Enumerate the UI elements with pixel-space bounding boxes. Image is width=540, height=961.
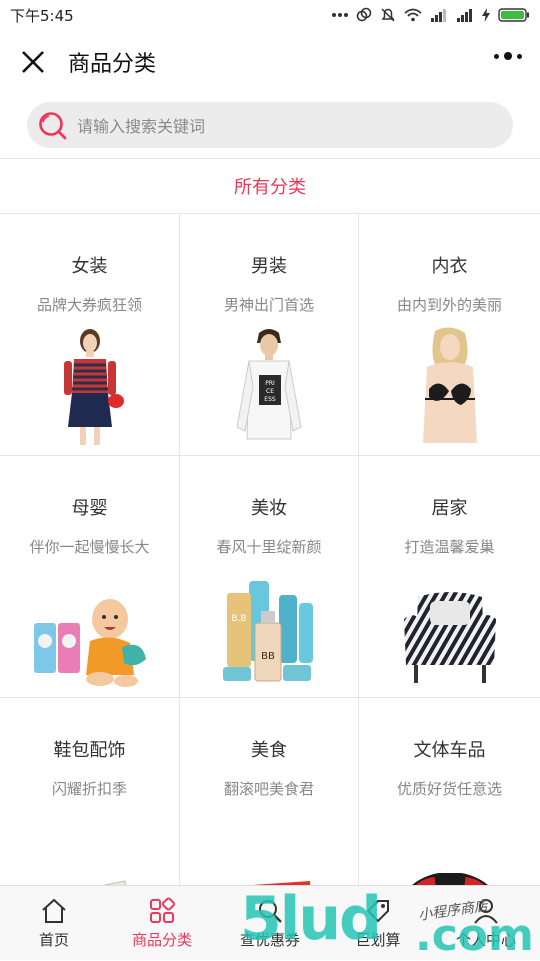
tab-categories[interactable]: 商品分类: [108, 886, 216, 960]
more-dot-icon: [517, 53, 522, 59]
baby-icon: [33, 599, 146, 687]
more-dot-icon: [504, 52, 512, 60]
tab-label: 首页: [38, 930, 69, 949]
category-name: 女装: [71, 256, 108, 277]
mute-bell-icon: [381, 8, 395, 22]
category-desc: 优质好货任意选: [396, 780, 502, 798]
search-icon: [259, 899, 282, 923]
lingerie-icon: [422, 327, 477, 443]
wifi-icon: [404, 8, 422, 22]
category-item-home[interactable]: 居家 打造温馨爱巢: [359, 456, 540, 698]
tab-profile[interactable]: 个人中心: [432, 886, 540, 960]
svg-text:PRI: PRI: [265, 380, 275, 387]
tab-label: 个人中心: [455, 930, 516, 949]
page-title: 商品分类: [68, 52, 157, 77]
category-desc: 闪耀折扣季: [51, 780, 127, 798]
tab-coupons[interactable]: 查优惠券: [216, 886, 324, 960]
category-item-men[interactable]: 男装 男神出门首选 PRI CE ESS: [180, 214, 359, 456]
search-input[interactable]: 请输入搜索关键词: [27, 102, 513, 148]
section-header: 所有分类: [0, 158, 540, 214]
category-name: 男装: [251, 256, 287, 277]
search-icon: [39, 112, 67, 140]
svg-text:B.B: B.B: [231, 614, 246, 624]
woman-fashion-icon: [63, 329, 124, 445]
category-name: 内衣: [431, 256, 468, 277]
category-desc: 春风十里绽新颜: [216, 538, 322, 556]
search-placeholder: 请输入搜索关键词: [77, 117, 206, 136]
category-name: 文体车品: [413, 740, 486, 761]
status-time: 下午5:45: [10, 6, 74, 25]
tab-deals[interactable]: 巨划算: [324, 886, 432, 960]
tab-label: 商品分类: [131, 930, 192, 949]
category-icon: [150, 896, 176, 923]
tab-label: 巨划算: [355, 930, 401, 949]
status-bar: 下午5:45: [0, 0, 540, 30]
man-fashion-icon: PRI CE ESS: [236, 329, 302, 440]
category-desc: 翻滚吧美食君: [223, 780, 314, 798]
more-dots-icon: [332, 13, 348, 17]
user-icon: [474, 898, 498, 924]
category-name: 鞋包配饰: [53, 740, 126, 761]
category-desc: 男神出门首选: [223, 296, 314, 314]
category-name: 美妆: [251, 498, 287, 519]
close-icon: [22, 51, 44, 73]
category-desc: 品牌大券疯狂领: [36, 296, 142, 314]
armchair-icon: [403, 592, 496, 683]
tab-label: 查优惠券: [239, 930, 300, 949]
charging-icon: [482, 8, 490, 22]
status-icons: [332, 7, 530, 23]
cosmetics-icon: B.B BB: [223, 581, 313, 682]
category-name: 居家: [431, 498, 468, 519]
more-menu-button[interactable]: [494, 52, 522, 60]
section-title: 所有分类: [234, 177, 306, 198]
link-icon: [356, 7, 372, 22]
category-name: 美食: [251, 740, 287, 761]
signal-icon-2: [457, 9, 472, 22]
category-desc: 由内到外的美丽: [396, 296, 502, 314]
bottom-tab-bar: 首页 商品分类 查优惠券 巨划算 个人中心: [0, 885, 540, 960]
category-desc: 打造温馨爱巢: [404, 538, 495, 556]
category-name: 母婴: [71, 498, 108, 519]
category-item-lingerie[interactable]: 内衣 由内到外的美丽: [359, 214, 540, 456]
category-desc: 伴你一起慢慢长大: [29, 538, 150, 556]
svg-text:ESS: ESS: [264, 396, 276, 403]
category-grid: 女装 品牌大券疯狂领 男装 男神出门首选 PRI CE ESS 内衣 由内到外的…: [0, 214, 540, 940]
category-item-women[interactable]: 女装 品牌大券疯狂领: [0, 214, 180, 456]
close-button[interactable]: [20, 49, 46, 75]
navigation-bar: 商品分类: [0, 30, 540, 94]
category-item-baby[interactable]: 母婴 伴你一起慢慢长大: [0, 456, 180, 698]
signal-icon: [431, 9, 446, 22]
svg-text:BB: BB: [261, 651, 275, 662]
home-icon: [42, 898, 66, 923]
battery-icon: [498, 8, 529, 22]
more-dot-icon: [494, 53, 499, 59]
svg-text:CE: CE: [266, 388, 274, 395]
category-item-cosmetics[interactable]: 美妆 春风十里绽新颜 B.B BB: [180, 456, 359, 698]
tag-icon: [366, 899, 389, 922]
tab-home[interactable]: 首页: [0, 886, 108, 960]
